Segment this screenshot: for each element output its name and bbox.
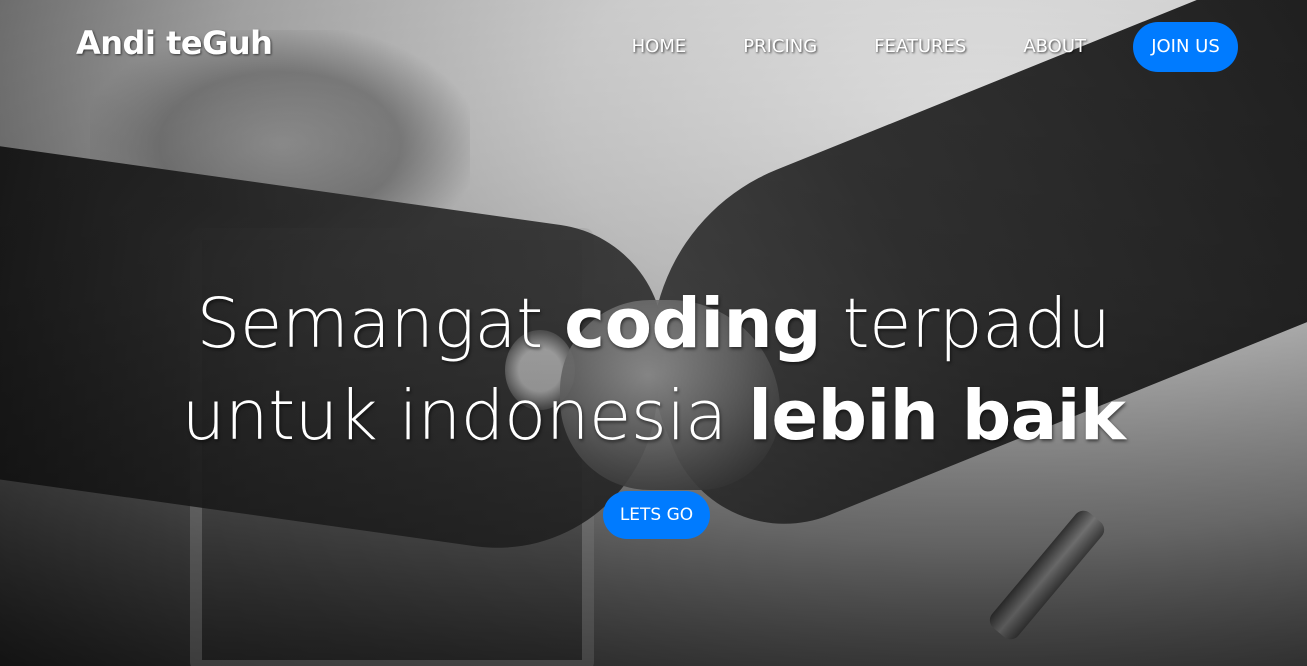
brand-logo[interactable]: Andi teGuh [76,24,273,62]
headline-line-1: Semangat coding terpadu [197,284,1111,364]
nav-link-features[interactable]: FEATURES [874,22,966,72]
headline-emphasis: coding [564,284,822,364]
hero-section: Andi teGuh HOME PRICING FEATURES ABOUT J… [0,0,1307,666]
lets-go-button[interactable]: LETS GO [603,491,710,539]
headline-text: terpadu [821,284,1111,364]
join-us-button[interactable]: JOIN US [1133,22,1238,72]
hero-headline: Semangat coding terpadu untuk indonesia … [0,278,1307,462]
headline-line-2: untuk indonesia lebih baik [182,376,1126,456]
headline-emphasis: lebih baik [748,376,1126,456]
nav-link-about[interactable]: ABOUT [1023,22,1086,72]
nav-links: HOME PRICING FEATURES ABOUT JOIN US [632,22,1238,72]
nav-link-pricing[interactable]: PRICING [743,22,817,72]
headline-text: untuk indonesia [181,376,749,456]
nav-link-home[interactable]: HOME [632,22,687,72]
navbar: Andi teGuh HOME PRICING FEATURES ABOUT J… [0,0,1307,95]
headline-text: Semangat [196,284,565,364]
